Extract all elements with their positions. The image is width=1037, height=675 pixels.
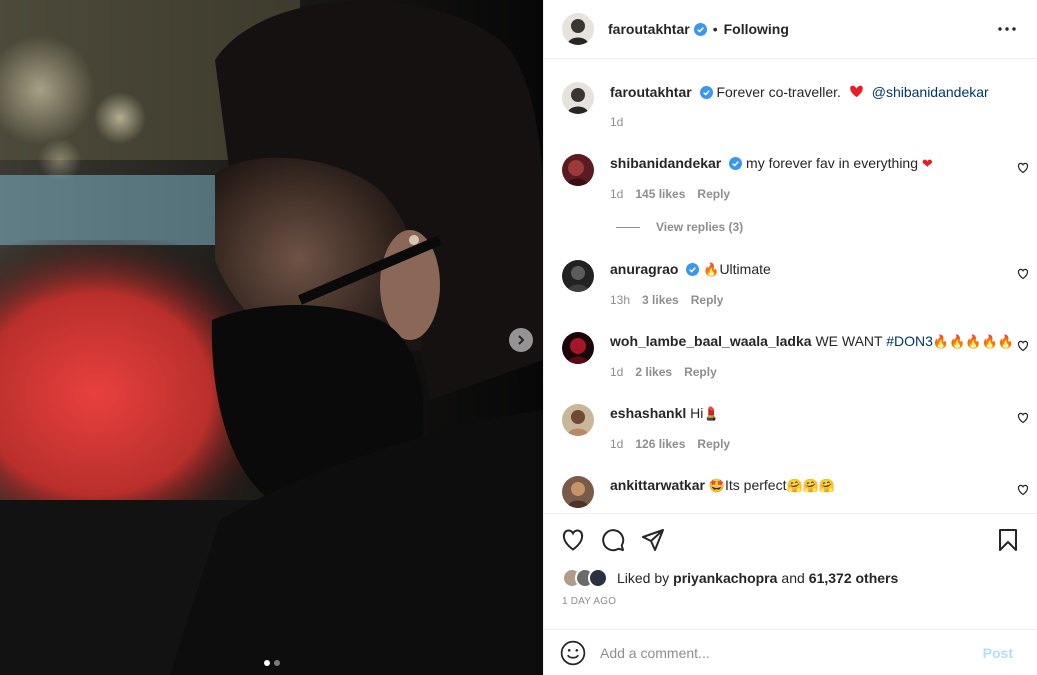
caption-username[interactable]: faroutakhtar xyxy=(610,84,692,100)
following-button[interactable]: Following xyxy=(724,21,789,37)
liked-by-middle: and xyxy=(781,570,805,586)
comment-time: 1d xyxy=(610,187,624,201)
comment-input[interactable] xyxy=(600,644,983,661)
post-photo xyxy=(0,0,543,675)
comment-emoji: 🔥🔥🔥🔥🔥 xyxy=(932,335,1014,350)
comment-likes[interactable]: 126 likes xyxy=(635,437,685,451)
avatar[interactable] xyxy=(562,82,594,114)
comment-row: ankittarwatkar 🤩Its perfect🤗🤗🤗 xyxy=(562,476,1037,508)
comment-row: eshashankl Hi💄 1d 126 likes Reply xyxy=(562,404,1037,451)
comment-text: Its perfect xyxy=(725,477,787,493)
heart-icon[interactable] xyxy=(1017,268,1029,280)
liker-avatars[interactable] xyxy=(562,568,608,588)
comment-emoji: 🤩 xyxy=(708,479,726,494)
add-comment-bar: Post xyxy=(544,629,1037,675)
comment-username[interactable]: shibanidandekar xyxy=(610,155,721,171)
avatar[interactable] xyxy=(562,476,594,508)
comment-emoji: 🔥 xyxy=(703,263,720,278)
comment-hashtag[interactable]: #DON3 xyxy=(886,333,933,349)
view-replies-label: View replies (3) xyxy=(656,220,744,234)
post-actions: Liked by priyankachopra and 61,372 other… xyxy=(544,513,1037,607)
caption-text: Forever co-traveller. xyxy=(716,84,841,100)
comment-text: my forever fav in everything xyxy=(746,155,919,171)
reply-button[interactable]: Reply xyxy=(697,187,730,201)
comment-likes[interactable]: 2 likes xyxy=(635,365,672,379)
like-button[interactable] xyxy=(560,527,586,553)
action-icons xyxy=(544,514,1037,566)
more-options-button[interactable] xyxy=(995,17,1019,41)
comment-emoji: 🤗🤗🤗 xyxy=(786,479,836,494)
comment-text: Ultimate xyxy=(719,261,771,277)
liked-by-prefix: Liked by xyxy=(617,570,670,586)
emoji-icon[interactable] xyxy=(560,640,586,666)
heart-icon[interactable] xyxy=(1017,412,1029,424)
comment-row: shibanidandekar my forever fav in everyt… xyxy=(562,154,1037,201)
comment-row: anuragrao 🔥Ultimate 13h 3 likes Reply xyxy=(562,260,1037,307)
share-icon xyxy=(642,529,664,551)
post-panel: faroutakhtar • Following faroutakhtar Fo… xyxy=(543,0,1037,675)
chevron-right-icon xyxy=(518,335,525,345)
post-media[interactable] xyxy=(0,0,543,675)
comment-emoji: ❤ xyxy=(921,157,933,172)
avatar[interactable] xyxy=(562,404,594,436)
post-modal: faroutakhtar • Following faroutakhtar Fo… xyxy=(0,0,1037,675)
post-comment-button[interactable]: Post xyxy=(983,645,1021,661)
heart-icon[interactable] xyxy=(1017,484,1029,496)
caption-time: 1d xyxy=(610,115,624,129)
comment-likes[interactable]: 145 likes xyxy=(635,187,685,201)
comment-button[interactable] xyxy=(600,527,626,553)
reply-button[interactable]: Reply xyxy=(691,293,724,307)
verified-icon xyxy=(699,86,713,99)
verified-icon xyxy=(693,22,707,36)
comment-emoji: 💄 xyxy=(703,407,720,422)
comment-icon xyxy=(602,529,625,552)
author-username[interactable]: faroutakhtar xyxy=(608,21,690,37)
comment-username[interactable]: anuragrao xyxy=(610,261,678,277)
carousel-dot xyxy=(263,660,270,666)
comment-time: 13h xyxy=(610,293,631,307)
heart-icon[interactable] xyxy=(1017,162,1029,174)
heart-icon xyxy=(562,529,584,551)
comment-text: Hi xyxy=(690,405,704,421)
comment-likes[interactable]: 3 likes xyxy=(642,293,679,307)
view-replies-button[interactable]: View replies (3) xyxy=(616,220,743,234)
verified-icon xyxy=(686,263,700,276)
avatar[interactable] xyxy=(562,332,594,364)
reply-button[interactable]: Reply xyxy=(697,437,730,451)
post-timestamp: 1 DAY AGO xyxy=(562,596,617,607)
likes-count[interactable]: 61,372 others xyxy=(809,570,899,586)
verified-icon xyxy=(729,157,743,170)
comment-time: 1d xyxy=(610,437,624,451)
carousel-dot xyxy=(273,660,280,666)
post-header: faroutakhtar • Following xyxy=(544,0,1037,59)
red-heart-icon xyxy=(850,85,863,98)
share-button[interactable] xyxy=(640,527,666,553)
carousel-indicator xyxy=(0,660,543,666)
comment-username[interactable]: eshashankl xyxy=(610,405,686,421)
header-separator: • xyxy=(712,21,718,37)
caption: faroutakhtar Forever co-traveller. @shib… xyxy=(562,82,1037,129)
reply-button[interactable]: Reply xyxy=(684,365,717,379)
comments-list[interactable]: faroutakhtar Forever co-traveller. @shib… xyxy=(544,60,1037,513)
save-button[interactable] xyxy=(995,527,1021,553)
comment-username[interactable]: woh_lambe_baal_waala_ladka xyxy=(610,333,812,349)
comment-time: 1d xyxy=(610,365,624,379)
likes-summary: Liked by priyankachopra and 61,372 other… xyxy=(544,566,1037,590)
comment-username[interactable]: ankittarwatkar xyxy=(610,477,705,493)
caption-mention[interactable]: @shibanidandekar xyxy=(872,84,989,100)
avatar xyxy=(588,568,608,588)
liked-by-user[interactable]: priyankachopra xyxy=(673,570,777,586)
bookmark-icon xyxy=(999,529,1017,551)
author-avatar[interactable] xyxy=(562,13,594,45)
next-photo-button[interactable] xyxy=(509,328,533,352)
avatar[interactable] xyxy=(562,154,594,186)
avatar[interactable] xyxy=(562,260,594,292)
more-icon xyxy=(998,27,1016,31)
heart-icon[interactable] xyxy=(1017,340,1029,352)
comment-row: woh_lambe_baal_waala_ladka WE WANT #DON3… xyxy=(562,332,1037,379)
comment-text: WE WANT xyxy=(815,333,883,349)
replies-divider xyxy=(616,226,640,228)
